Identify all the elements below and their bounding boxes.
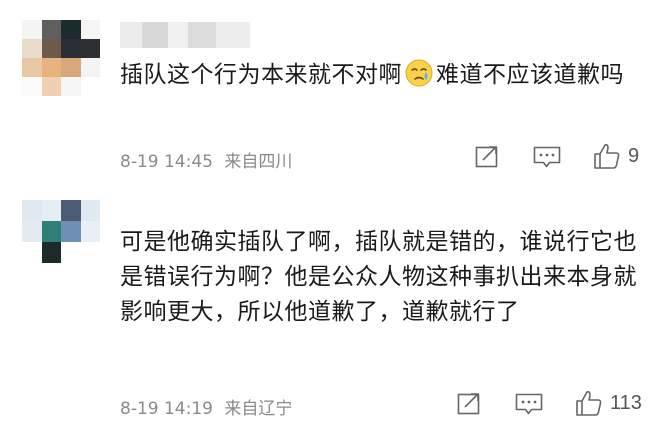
crying-sweat-face-emoji-icon (405, 59, 433, 87)
thumbs-up-icon (576, 391, 602, 416)
comment-text: 插队这个行为本来就不对啊 难道不应该道歉吗 (120, 58, 640, 93)
reply-button[interactable] (532, 144, 562, 170)
comment-meta: 8-19 14:45 来自四川 (120, 147, 298, 172)
thumbs-up-icon (594, 144, 620, 169)
username-obscured[interactable] (120, 22, 250, 48)
comment-meta: 8-19 14:19 来自辽宁 (120, 394, 298, 419)
like-button[interactable]: 113 (574, 388, 642, 418)
comment-location: 来自辽宁 (224, 399, 293, 419)
like-count: 9 (628, 144, 640, 167)
share-button[interactable] (474, 143, 500, 169)
comment-text-part2: 难道不应该道歉吗 (436, 62, 624, 88)
comment-icon (533, 146, 561, 168)
avatar[interactable] (22, 200, 100, 263)
share-icon (457, 393, 480, 415)
comment-text: 可是他确实插队了啊，插队就是错的，谁说行它也是错误行为啊？他是公众人物这种事扒出… (120, 229, 637, 325)
comment-date: 8-19 14:19 (120, 399, 213, 419)
comment-text-part1: 插队这个行为本来就不对啊 (120, 62, 402, 88)
like-button[interactable]: 9 (592, 141, 639, 171)
avatar[interactable] (22, 20, 100, 96)
comment-icon (515, 393, 543, 415)
share-icon (475, 146, 498, 168)
share-button[interactable] (456, 390, 482, 416)
like-count: 113 (610, 391, 642, 414)
comment-date: 8-19 14:45 (120, 152, 213, 172)
comment-location: 来自四川 (224, 152, 293, 172)
reply-button[interactable] (514, 391, 544, 417)
